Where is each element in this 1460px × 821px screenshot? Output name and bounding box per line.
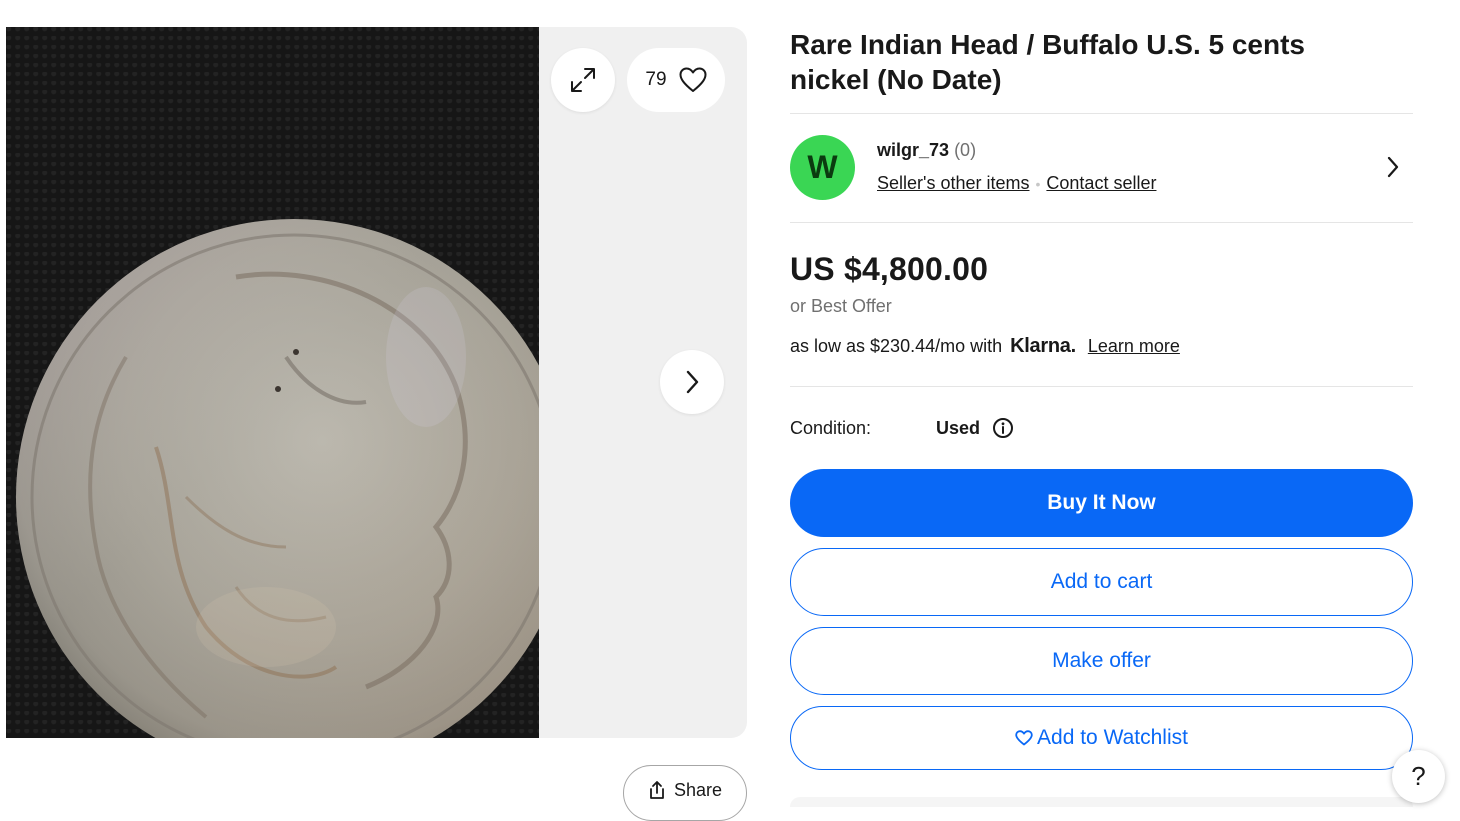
condition-value: Used bbox=[936, 417, 981, 438]
seller-username: wilgr_73 bbox=[877, 140, 950, 160]
financing-text: as low as $230.44/mo with bbox=[790, 336, 1003, 356]
condition-row: Condition: Used bbox=[790, 417, 1014, 439]
seller-chevron-button[interactable] bbox=[1385, 155, 1401, 184]
price: US $4,800.00 bbox=[790, 251, 989, 287]
seller-links: Seller's other items • Contact seller bbox=[877, 173, 1156, 194]
make-offer-button[interactable]: Make offer bbox=[790, 627, 1413, 695]
listing-title: Rare Indian Head / Buffalo U.S. 5 cents … bbox=[790, 29, 1306, 95]
add-to-cart-button[interactable]: Add to cart bbox=[790, 548, 1413, 616]
make-offer-label: Make offer bbox=[1052, 649, 1151, 672]
add-to-watchlist-button[interactable]: Add to Watchlist bbox=[790, 706, 1413, 770]
heart-icon bbox=[1015, 730, 1033, 746]
chevron-right-icon bbox=[1387, 156, 1399, 178]
seller-card[interactable]: W wilgr_73 (0) Seller's other items • Co… bbox=[790, 134, 1413, 200]
watch-count: 79 bbox=[645, 69, 667, 90]
condition-label: Condition: bbox=[790, 417, 872, 438]
next-section-edge bbox=[790, 797, 1413, 807]
klarna-logo: Klarna. bbox=[1010, 335, 1076, 357]
coin-image bbox=[16, 219, 539, 738]
separator-dot: • bbox=[1035, 175, 1041, 192]
watch-count-button[interactable]: 79 bbox=[627, 48, 725, 112]
listing-image[interactable] bbox=[6, 27, 539, 738]
divider bbox=[790, 386, 1413, 387]
info-icon[interactable] bbox=[992, 417, 1014, 439]
seller-feedback-score: (0) bbox=[954, 140, 977, 160]
expand-image-button[interactable] bbox=[551, 48, 615, 112]
buy-it-now-label: Buy It Now bbox=[1047, 491, 1156, 514]
add-to-watchlist-label: Add to Watchlist bbox=[1037, 726, 1188, 749]
learn-more-link[interactable]: Learn more bbox=[1088, 336, 1180, 357]
divider bbox=[790, 222, 1413, 223]
share-button[interactable]: Share bbox=[623, 765, 747, 821]
contact-seller-link[interactable]: Contact seller bbox=[1046, 173, 1156, 194]
financing-row: as low as $230.44/mo with Klarna. Learn … bbox=[790, 335, 1180, 358]
share-icon bbox=[650, 781, 664, 799]
seller-avatar: W bbox=[790, 135, 855, 200]
expand-icon bbox=[571, 68, 595, 92]
image-gallery: 79 bbox=[6, 27, 747, 738]
buy-it-now-button[interactable]: Buy It Now bbox=[790, 469, 1413, 537]
seller-name[interactable]: wilgr_73 (0) bbox=[877, 140, 976, 161]
help-label: ? bbox=[1411, 761, 1426, 791]
best-offer-label: or Best Offer bbox=[790, 296, 892, 316]
share-label: Share bbox=[673, 779, 723, 800]
add-to-cart-label: Add to cart bbox=[1050, 570, 1153, 593]
help-button[interactable]: ? bbox=[1392, 750, 1445, 803]
seller-other-items-link[interactable]: Seller's other items bbox=[877, 173, 1030, 194]
chevron-right-icon bbox=[686, 370, 699, 394]
listing-details: Rare Indian Head / Buffalo U.S. 5 cents … bbox=[790, 27, 1413, 770]
heart-icon bbox=[679, 67, 707, 92]
divider bbox=[790, 113, 1413, 114]
next-image-button[interactable] bbox=[660, 350, 724, 414]
